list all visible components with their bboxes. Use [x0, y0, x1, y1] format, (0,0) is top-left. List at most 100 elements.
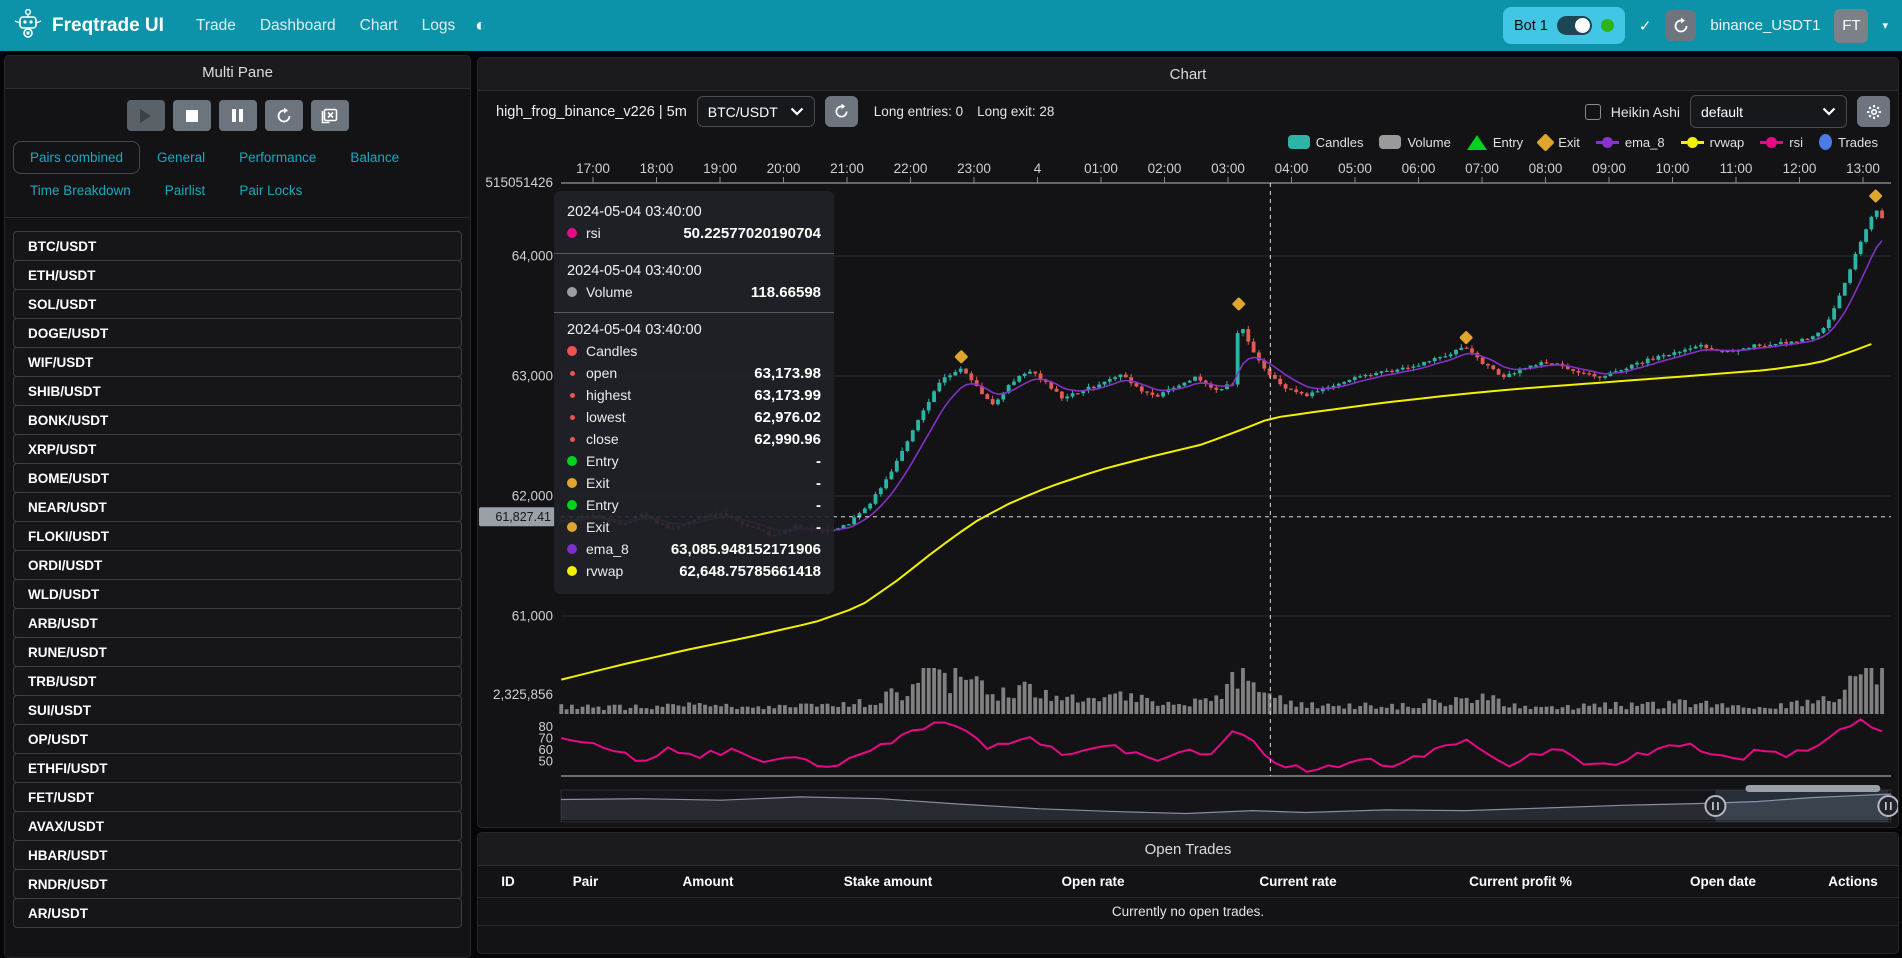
legend-swatch — [1536, 133, 1554, 151]
pair-row-ethfi[interactable]: ETHFI/USDT — [13, 753, 462, 783]
legend-exit[interactable]: Exit — [1539, 135, 1580, 150]
pair-row-wif[interactable]: WIF/USDT — [13, 347, 462, 377]
tab-time-breakdown[interactable]: Time Breakdown — [13, 174, 148, 207]
tooltip-row-volume: Volume118.66598 — [567, 281, 821, 303]
pair-row-fet[interactable]: FET/USDT — [13, 782, 462, 812]
clear-chart-button[interactable] — [311, 100, 349, 131]
svg-text:50: 50 — [539, 754, 553, 769]
pair-row-bome[interactable]: BOME/USDT — [13, 463, 462, 493]
svg-text:04:00: 04:00 — [1275, 161, 1309, 176]
chart-plot-area[interactable]: 64,00063,00062,00061,0005150514262,325,8… — [478, 154, 1898, 828]
tooltip-value: 118.66598 — [751, 284, 821, 301]
open-trades-panel: Open Trades IDPairAmountStake amountOpen… — [477, 832, 1899, 954]
pair-row-sui[interactable]: SUI/USDT — [13, 695, 462, 725]
tooltip-value: 62,648.75785661418 — [679, 563, 821, 580]
tooltip-value: 62,976.02 — [754, 409, 821, 426]
chevron-down-icon[interactable]: ▾ — [1882, 19, 1888, 32]
datazoom-selection[interactable] — [1715, 790, 1888, 822]
pair-row-eth[interactable]: ETH/USDT — [13, 260, 462, 290]
exit-marker — [1459, 331, 1473, 345]
nav-item-logs[interactable]: Logs — [410, 9, 468, 43]
user-avatar[interactable]: FT — [1834, 9, 1868, 43]
pair-row-doge[interactable]: DOGE/USDT — [13, 318, 462, 348]
tooltip-row-candles: Candles — [567, 340, 821, 362]
series-dot — [567, 456, 577, 466]
play-button[interactable] — [127, 100, 165, 131]
nav-item-dashboard[interactable]: Dashboard — [248, 9, 348, 43]
col-current-profit-: Current profit % — [1403, 874, 1638, 889]
col-pair: Pair — [538, 874, 633, 889]
app-brand[interactable]: Freqtrade UI — [14, 8, 164, 44]
pair-row-avax[interactable]: AVAX/USDT — [13, 811, 462, 841]
pause-button[interactable] — [219, 100, 257, 131]
pair-row-arb[interactable]: ARB/USDT — [13, 608, 462, 638]
pair-row-near[interactable]: NEAR/USDT — [13, 492, 462, 522]
series-dot — [570, 371, 575, 376]
pair-row-hbar[interactable]: HBAR/USDT — [13, 840, 462, 870]
col-open-rate: Open rate — [993, 874, 1193, 889]
bot-selector[interactable]: Bot 1 — [1503, 7, 1625, 44]
chart-refresh-button[interactable] — [825, 96, 858, 127]
tab-pairlist[interactable]: Pairlist — [148, 174, 223, 207]
legend-ema_8[interactable]: ema_8 — [1596, 135, 1665, 150]
legend-candles[interactable]: Candles — [1288, 135, 1364, 150]
pair-row-shib[interactable]: SHIB/USDT — [13, 376, 462, 406]
pair-row-sol[interactable]: SOL/USDT — [13, 289, 462, 319]
svg-text:20:00: 20:00 — [767, 161, 801, 176]
heikin-ashi-checkbox[interactable] — [1585, 104, 1601, 120]
bot-toggle[interactable] — [1557, 16, 1592, 35]
theme-toggle-icon[interactable]: ◐ — [467, 11, 494, 40]
pair-row-bonk[interactable]: BONK/USDT — [13, 405, 462, 435]
legend-trades[interactable]: Trades — [1819, 134, 1878, 150]
tab-general[interactable]: General — [140, 141, 222, 174]
pair-row-trb[interactable]: TRB/USDT — [13, 666, 462, 696]
pair-row-xrp[interactable]: XRP/USDT — [13, 434, 462, 464]
pair-row-floki[interactable]: FLOKI/USDT — [13, 521, 462, 551]
legend-rsi[interactable]: rsi — [1760, 135, 1803, 150]
pair-row-btc[interactable]: BTC/USDT — [13, 231, 462, 261]
pair-row-wld[interactable]: WLD/USDT — [13, 579, 462, 609]
plot-settings-button[interactable] — [1857, 96, 1890, 127]
tooltip-value: - — [816, 475, 821, 492]
nav-item-chart[interactable]: Chart — [348, 9, 410, 43]
tooltip-row-open: open63,173.98 — [567, 362, 821, 384]
tab-balance[interactable]: Balance — [333, 141, 416, 174]
col-amount: Amount — [633, 874, 783, 889]
svg-text:23:00: 23:00 — [957, 161, 991, 176]
pair-row-rndr[interactable]: RNDR/USDT — [13, 869, 462, 899]
series-dot — [567, 228, 577, 238]
datazoom-slider[interactable] — [561, 785, 1898, 822]
reload-button[interactable] — [1665, 10, 1696, 41]
nav-item-trade[interactable]: Trade — [184, 9, 248, 43]
datazoom-handle-right[interactable] — [1878, 796, 1898, 816]
legend-rvwap[interactable]: rvwap — [1681, 135, 1745, 150]
stop-button[interactable] — [173, 100, 211, 131]
legend-label: rvwap — [1710, 135, 1745, 150]
tooltip-row-exit: Exit- — [567, 472, 821, 494]
legend-volume[interactable]: Volume — [1379, 135, 1450, 150]
pair-row-rune[interactable]: RUNE/USDT — [13, 637, 462, 667]
signal-counts: Long entries: 0 Long exit: 28 — [874, 104, 1055, 119]
chart-panel: Chart high_frog_binance_v226 | 5m BTC/US… — [477, 57, 1899, 828]
refresh-button[interactable] — [265, 100, 303, 131]
tab-performance[interactable]: Performance — [222, 141, 333, 174]
pair-row-ar[interactable]: AR/USDT — [13, 898, 462, 928]
datazoom-scroll-thumb[interactable] — [1745, 785, 1880, 792]
tab-pairs-combined[interactable]: Pairs combined — [13, 141, 140, 174]
tooltip-row-exit: Exit- — [567, 516, 821, 538]
svg-text:07:00: 07:00 — [1465, 161, 1499, 176]
plot-config-select[interactable]: default — [1690, 95, 1847, 128]
legend-swatch — [1379, 135, 1401, 149]
series-dot — [567, 566, 577, 576]
chart-legend: Candles Volume Entry Exit ema_8 rvwap rsi Trade… — [478, 130, 1898, 154]
pair-select[interactable]: BTC/USDT — [697, 96, 815, 127]
pair-row-ordi[interactable]: ORDI/USDT — [13, 550, 462, 580]
datazoom-handle-left[interactable] — [1705, 796, 1725, 816]
series-dot — [567, 522, 577, 532]
pair-row-op[interactable]: OP/USDT — [13, 724, 462, 754]
legend-swatch — [1819, 134, 1832, 150]
tab-pair-locks[interactable]: Pair Locks — [222, 174, 319, 207]
multi-pane-title: Multi Pane — [5, 56, 470, 89]
svg-text:64,000: 64,000 — [512, 249, 553, 264]
legend-entry[interactable]: Entry — [1467, 135, 1523, 150]
